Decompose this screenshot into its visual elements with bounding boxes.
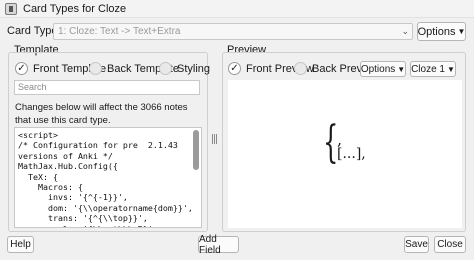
splitter-handle[interactable] xyxy=(212,134,218,144)
anki-window-icon xyxy=(5,2,17,15)
radio-icon xyxy=(294,62,307,75)
dropdown-arrow-icon: ▼ xyxy=(397,64,406,74)
close-button[interactable]: Close xyxy=(434,236,466,253)
card-type-select[interactable]: 1: Cloze: Text -> Text+Extra ⌄ xyxy=(53,23,413,40)
radio-icon xyxy=(159,62,172,75)
preview-math: { , [...], xyxy=(323,119,383,169)
card-type-row: Card Type: 1: Cloze: Text -> Text+Extra … xyxy=(0,22,474,42)
chevron-down-icon: ⌄ xyxy=(401,26,409,36)
checkmark-icon: ✓ xyxy=(228,62,241,75)
card-type-options-button[interactable]: Options ▼ xyxy=(417,22,466,41)
window-title: Card Types for Cloze xyxy=(23,2,127,15)
styling-radio[interactable]: Styling xyxy=(159,62,210,75)
radio-icon xyxy=(89,62,102,75)
resize-grip-icon[interactable] xyxy=(466,252,472,258)
options-label: Options xyxy=(417,25,456,38)
help-label: Help xyxy=(10,239,31,250)
code-text: <script> /* Configuration for pre 2.1.43… xyxy=(18,130,193,227)
add-field-label: Add Field xyxy=(199,233,221,256)
title-bar: Card Types for Cloze xyxy=(0,0,474,18)
dropdown-arrow-icon: ▼ xyxy=(457,27,466,36)
search-placeholder: Search xyxy=(18,82,47,92)
save-button[interactable]: Save xyxy=(404,236,429,253)
template-code-editor[interactable]: <script> /* Configuration for pre 2.1.43… xyxy=(14,127,202,228)
styling-label: Styling xyxy=(177,62,211,75)
dropdown-arrow-icon: ▼ xyxy=(446,64,455,74)
math-line-2: [...], xyxy=(337,146,366,162)
editor-scrollbar-thumb[interactable] xyxy=(193,130,199,170)
add-field-button[interactable]: Add Field xyxy=(198,233,239,256)
changes-notice: Changes below will affect the 3066 notes… xyxy=(15,102,188,126)
card-select[interactable]: Cloze 1 ▼ xyxy=(410,61,456,77)
save-label: Save xyxy=(405,239,428,250)
card-preview: { , [...], xyxy=(228,80,462,228)
checkmark-icon: ✓ xyxy=(15,62,28,75)
preview-options-label: Options xyxy=(360,63,396,75)
search-input[interactable]: Search xyxy=(14,80,200,95)
close-label: Close xyxy=(437,239,463,250)
card-type-value: 1: Cloze: Text -> Text+Extra xyxy=(58,26,181,37)
preview-options-button[interactable]: Options ▼ xyxy=(360,61,406,77)
card-select-value: Cloze 1 xyxy=(411,63,445,75)
help-button[interactable]: Help xyxy=(7,236,34,253)
